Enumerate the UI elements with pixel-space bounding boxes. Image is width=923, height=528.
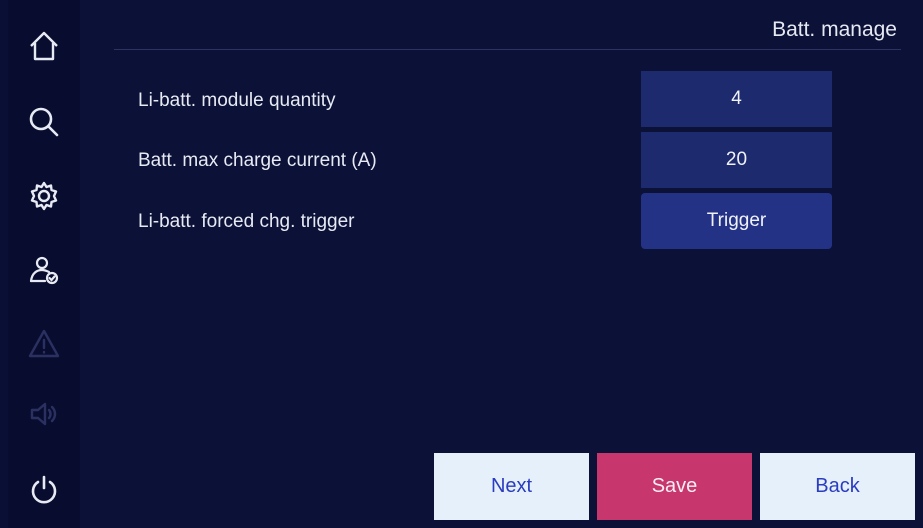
home-icon[interactable] — [22, 24, 66, 68]
module-quantity-field[interactable]: 4 — [641, 71, 832, 127]
sidebar — [8, 0, 80, 528]
warning-icon — [22, 322, 66, 366]
search-icon[interactable] — [22, 100, 66, 144]
max-charge-current-field[interactable]: 20 — [641, 132, 832, 188]
next-button[interactable]: Next — [434, 453, 589, 520]
page-title: Batt. manage — [772, 18, 897, 41]
gear-icon[interactable] — [22, 174, 66, 218]
forced-charge-trigger-button[interactable]: Trigger — [641, 193, 832, 249]
setting-label-module-quantity: Li-batt. module quantity — [138, 90, 336, 111]
setting-label-forced-charge-trigger: Li-batt. forced chg. trigger — [138, 211, 355, 232]
speaker-icon — [22, 392, 66, 436]
title-divider — [114, 49, 901, 50]
back-button[interactable]: Back — [760, 453, 915, 520]
save-button[interactable]: Save — [597, 453, 752, 520]
user-check-icon[interactable] — [22, 248, 66, 292]
power-icon[interactable] — [22, 468, 66, 512]
setting-label-max-charge-current: Batt. max charge current (A) — [138, 150, 377, 171]
